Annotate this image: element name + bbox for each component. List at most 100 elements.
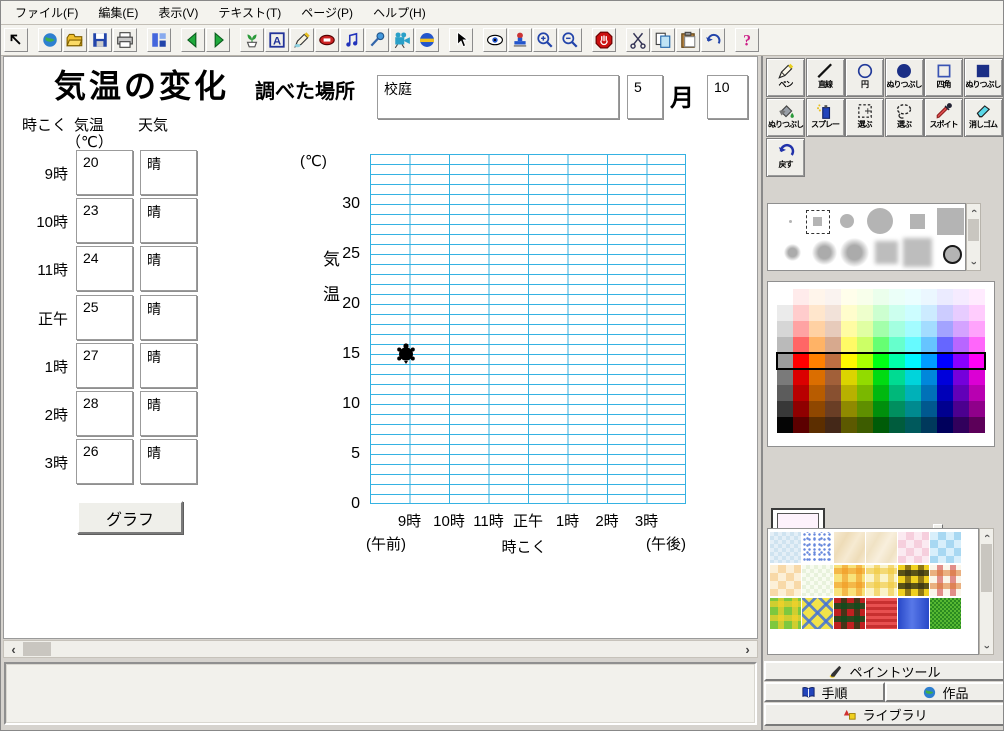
draw-pen-button[interactable] (290, 28, 314, 52)
brush-shape[interactable] (867, 208, 893, 234)
temp-input[interactable]: 28 (76, 391, 133, 436)
palette-color-purple[interactable] (953, 401, 969, 417)
texture-scroll-thumb[interactable] (981, 544, 992, 592)
palette-color-green[interactable] (873, 385, 889, 401)
palette-color-teal[interactable] (889, 321, 905, 337)
texture-scrollbar[interactable]: ‹ ‹ (979, 528, 994, 655)
palette-color-purple[interactable] (953, 385, 969, 401)
palette-color-teal[interactable] (889, 305, 905, 321)
palette-color-azure[interactable] (921, 305, 937, 321)
tool-filled-rectangle[interactable]: ぬりつぶし (964, 58, 1003, 97)
palette-color-yellow[interactable] (841, 337, 857, 353)
texture-swatch[interactable] (834, 532, 865, 563)
palette-color-gray[interactable] (777, 369, 793, 385)
zoom-in-button[interactable] (533, 28, 557, 52)
tool-rectangle[interactable]: 四角 (924, 58, 963, 97)
day-input[interactable]: 10 (707, 75, 748, 119)
palette-color-cyan[interactable] (905, 305, 921, 321)
music-button[interactable] (340, 28, 364, 52)
palette-color-cyan[interactable] (905, 385, 921, 401)
palette-color-azure[interactable] (921, 401, 937, 417)
temp-input[interactable]: 27 (76, 343, 133, 388)
palette-color-magenta[interactable] (969, 385, 985, 401)
palette-color-brown[interactable] (825, 321, 841, 337)
brush-shape[interactable] (840, 214, 854, 228)
palette-color-yellow[interactable] (841, 321, 857, 337)
horizontal-scrollbar[interactable]: ‹ › (3, 640, 758, 658)
zoom-out-button[interactable] (558, 28, 582, 52)
palette-color-teal[interactable] (889, 369, 905, 385)
palette-color-magenta[interactable] (969, 289, 985, 305)
help-button[interactable]: ? (735, 28, 759, 52)
palette-color-gray[interactable] (777, 385, 793, 401)
graph-button[interactable]: グラフ (77, 501, 183, 534)
palette-color-brown[interactable] (825, 385, 841, 401)
texture-swatch[interactable] (802, 565, 833, 596)
palette-color-magenta[interactable] (969, 305, 985, 321)
media-button[interactable] (315, 28, 339, 52)
palette-color-magenta[interactable] (969, 369, 985, 385)
palette-color-yellow-green[interactable] (857, 417, 873, 433)
palette-color-red[interactable] (793, 337, 809, 353)
palette-color-red[interactable] (793, 321, 809, 337)
palette-color-blue[interactable] (937, 385, 953, 401)
palette-color-yellow[interactable] (841, 401, 857, 417)
palette-color-green[interactable] (873, 289, 889, 305)
palette-color-yellow[interactable] (841, 305, 857, 321)
palette-color-yellow[interactable] (841, 289, 857, 305)
palette-color-blue[interactable] (937, 289, 953, 305)
texture-swatch[interactable] (866, 598, 897, 629)
brush-scrollbar[interactable]: ‹ ‹ (966, 203, 981, 271)
palette-color-orange[interactable] (809, 369, 825, 385)
texture-swatch[interactable] (930, 598, 961, 629)
forward-button[interactable] (206, 28, 230, 52)
palette-color-teal[interactable] (889, 417, 905, 433)
palette-color-blue[interactable] (937, 401, 953, 417)
palette-color-yellow-green[interactable] (857, 337, 873, 353)
plant-button[interactable] (240, 28, 264, 52)
palette-color-yellow[interactable] (841, 369, 857, 385)
weather-input[interactable]: 晴 (140, 343, 197, 388)
palette-color-red[interactable] (793, 417, 809, 433)
print-button[interactable] (113, 28, 137, 52)
brush-scroll-up-icon[interactable]: ‹ (967, 204, 980, 218)
undo-button[interactable] (701, 28, 725, 52)
palette-color-purple[interactable] (953, 321, 969, 337)
palette-color-cyan[interactable] (905, 401, 921, 417)
place-input[interactable]: 校庭 (377, 75, 619, 119)
palette-color-purple[interactable] (953, 417, 969, 433)
palette-color-purple[interactable] (953, 289, 969, 305)
palette-color-yellow-green[interactable] (857, 289, 873, 305)
texture-swatch[interactable] (834, 598, 865, 629)
palette-color-brown[interactable] (825, 369, 841, 385)
tab-works[interactable]: 作品 (885, 682, 1004, 702)
palette-color-teal[interactable] (889, 289, 905, 305)
weather-input[interactable]: 晴 (140, 198, 197, 243)
brush-shape[interactable] (840, 238, 869, 267)
palette-color-brown[interactable] (825, 401, 841, 417)
stamp-button[interactable] (508, 28, 532, 52)
texture-swatch[interactable] (898, 565, 929, 596)
brush-shape[interactable] (813, 217, 822, 226)
texture-swatch[interactable] (930, 565, 961, 596)
palette-color-brown[interactable] (825, 289, 841, 305)
palette-color-green[interactable] (873, 369, 889, 385)
brush-shape[interactable] (943, 245, 962, 264)
weather-input[interactable]: 晴 (140, 391, 197, 436)
texture-swatch[interactable] (930, 532, 961, 563)
palette-color-teal[interactable] (889, 385, 905, 401)
palette-color-green[interactable] (873, 401, 889, 417)
palette-color-yellow-green[interactable] (857, 369, 873, 385)
menu-item-4[interactable]: テキスト(T) (208, 1, 291, 24)
palette-color-orange[interactable] (809, 305, 825, 321)
palette-color-orange[interactable] (809, 417, 825, 433)
palette-color-gray[interactable] (777, 401, 793, 417)
palette-color-orange[interactable] (809, 337, 825, 353)
web-button[interactable] (415, 28, 439, 52)
movie-camera-button[interactable] (390, 28, 414, 52)
texture-swatch[interactable] (802, 598, 833, 629)
save-button[interactable] (88, 28, 112, 52)
tool-circle[interactable]: 円 (845, 58, 884, 97)
texture-scroll-up-icon[interactable]: ‹ (980, 529, 993, 543)
scrollbar-thumb[interactable] (23, 642, 51, 656)
